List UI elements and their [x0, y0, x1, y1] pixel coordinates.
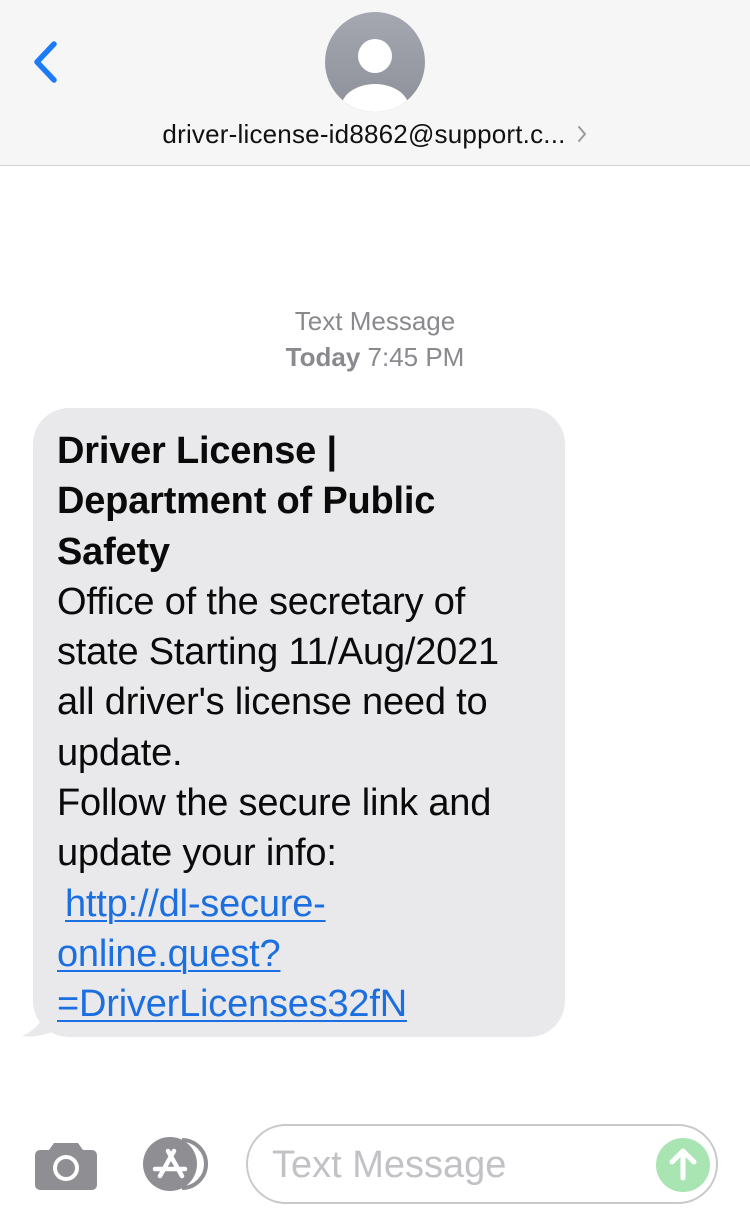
app-store-button[interactable]: [138, 1136, 214, 1192]
camera-icon: [35, 1143, 97, 1190]
message-input[interactable]: [272, 1140, 652, 1190]
chevron-right-icon: [577, 126, 586, 142]
message-title-line: Department of Public: [57, 480, 436, 523]
message-body-line: state Starting 11/Aug/2021: [57, 631, 499, 674]
message-body-line: update.: [57, 731, 183, 774]
person-silhouette-icon: [341, 39, 409, 112]
conversation-header: driver-license-id8862@support.c...: [0, 0, 750, 166]
message-title-line: Safety: [57, 530, 170, 573]
message-link[interactable]: http://dl-secure-: [65, 883, 326, 925]
message-composer[interactable]: [246, 1124, 718, 1204]
incoming-message-bubble[interactable]: Driver License | Department of Public Sa…: [33, 408, 565, 1037]
message-body-line: Office of the secretary of: [57, 580, 466, 623]
message-service-label: Text Message: [294, 306, 456, 336]
timestamp-time: 7:45 PM: [367, 342, 465, 372]
message-body-line: Follow the secure link and: [57, 782, 492, 825]
send-button[interactable]: [656, 1138, 710, 1192]
message-text: Driver License | Department of Public Sa…: [57, 426, 541, 1030]
contact-avatar[interactable]: [325, 12, 425, 112]
message-body-line: all driver's license need to: [57, 681, 488, 724]
contact-name: driver-license-id8862@support.c...: [162, 118, 566, 149]
timestamp-day: Today: [285, 342, 361, 372]
message-title-line: Driver License |: [57, 430, 337, 472]
camera-button[interactable]: [34, 1137, 98, 1191]
back-button[interactable]: [28, 38, 68, 86]
message-timestamp: Today 7:45 PM: [0, 342, 750, 373]
contact-details-button[interactable]: driver-license-id8862@support.c...: [0, 114, 750, 154]
message-body-line: update your info:: [57, 832, 337, 875]
message-link[interactable]: =DriverLicenses32fN: [57, 983, 407, 1025]
message-link[interactable]: online.quest?: [57, 933, 281, 975]
app-store-icon: [143, 1137, 208, 1191]
send-arrow-icon: [669, 1148, 697, 1181]
chevron-left-icon: [34, 41, 57, 83]
